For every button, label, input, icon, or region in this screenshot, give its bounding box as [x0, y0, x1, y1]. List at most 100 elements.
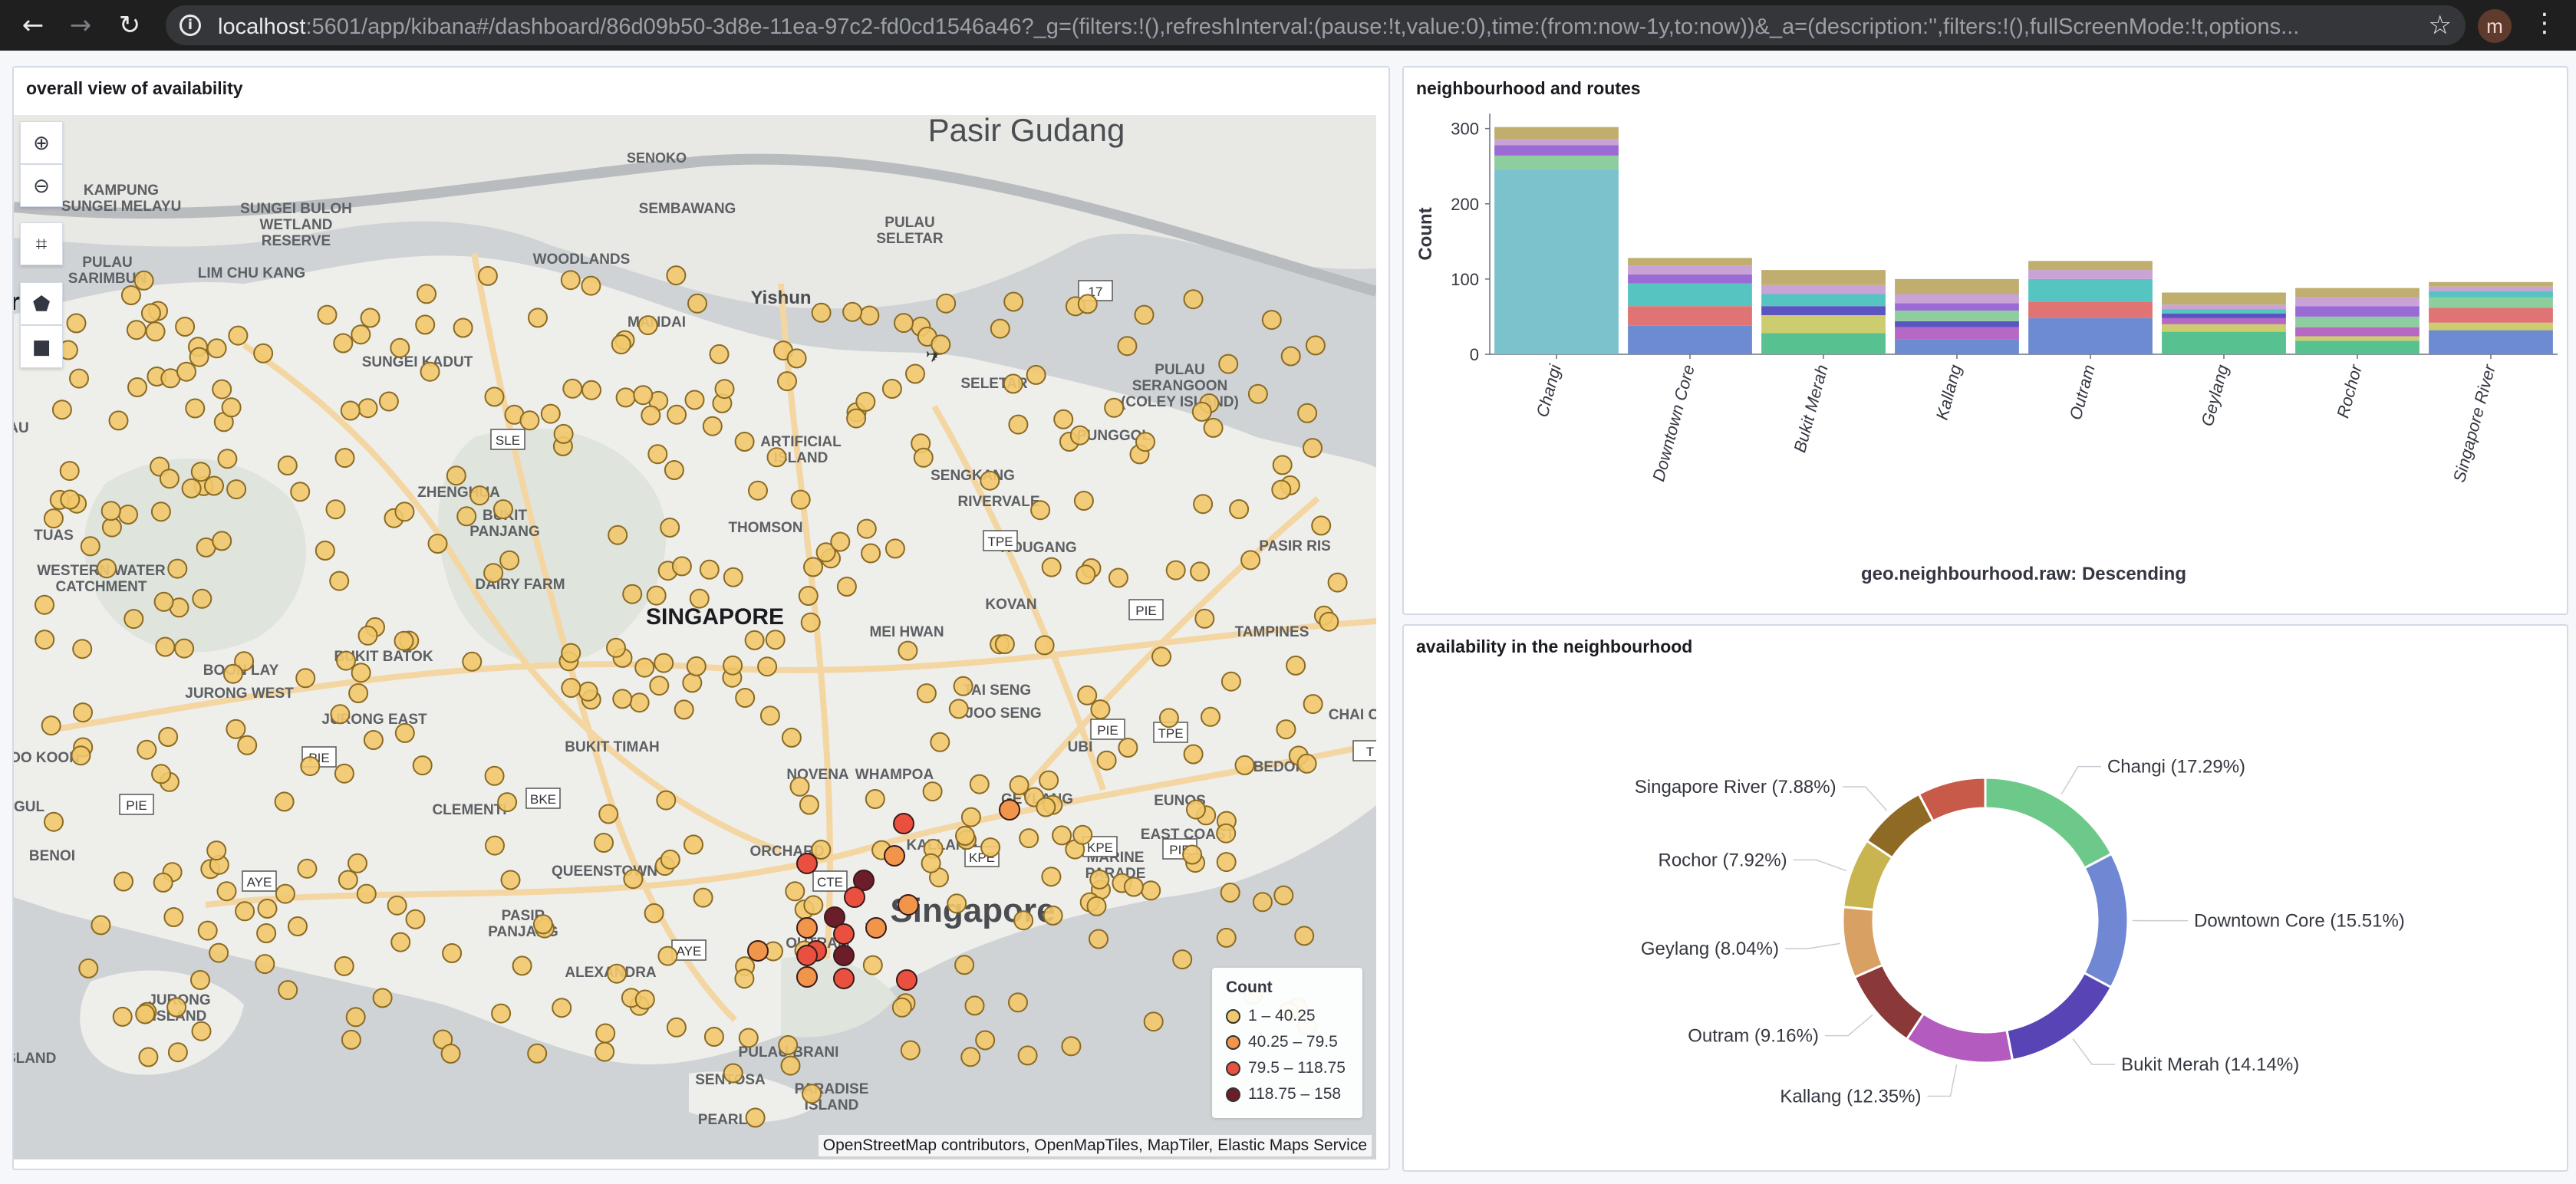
bar-segment[interactable] [2295, 316, 2420, 327]
map-marker[interactable] [1096, 750, 1117, 771]
map-marker[interactable] [1303, 694, 1323, 715]
map-attribution[interactable]: OpenStreetMap contributors, OpenMapTiles… [818, 1135, 1372, 1156]
map-marker[interactable] [964, 995, 985, 1016]
map-marker[interactable] [748, 480, 768, 501]
map-marker[interactable] [811, 302, 832, 323]
map-marker[interactable] [1296, 753, 1317, 774]
bar-segment[interactable] [1895, 294, 2019, 304]
map-marker[interactable] [51, 400, 72, 420]
map-marker[interactable] [256, 923, 277, 943]
map-marker[interactable] [394, 630, 414, 651]
map-marker[interactable] [140, 303, 161, 324]
zoom-out-icon[interactable]: ⊖ [20, 164, 63, 207]
map-marker[interactable] [1190, 561, 1211, 582]
map-marker[interactable] [519, 410, 540, 431]
map-marker[interactable] [633, 385, 654, 406]
map-marker[interactable] [1286, 655, 1306, 676]
map-marker[interactable] [595, 1041, 615, 1062]
bar-segment[interactable] [2028, 317, 2153, 354]
bar-segment[interactable] [1761, 306, 1886, 315]
bar-segment[interactable] [2295, 336, 2420, 341]
map-marker[interactable] [1003, 291, 1024, 312]
map-marker[interactable] [491, 1003, 512, 1024]
bar-segment[interactable] [2429, 308, 2553, 323]
map-marker[interactable] [975, 1030, 996, 1051]
map-marker[interactable] [325, 499, 346, 520]
map-marker[interactable] [1191, 401, 1212, 422]
map-marker[interactable] [644, 903, 664, 923]
bar-segment[interactable] [1895, 278, 2019, 294]
map-marker-hot[interactable] [893, 813, 914, 834]
bar-segment[interactable] [2295, 327, 2420, 337]
map-marker[interactable] [497, 792, 518, 813]
map-marker[interactable] [255, 954, 275, 975]
map-marker[interactable] [197, 920, 218, 941]
map-marker[interactable] [1182, 844, 1203, 865]
map-marker[interactable] [1003, 373, 1023, 394]
map-marker[interactable] [994, 634, 1015, 654]
map-marker[interactable] [1118, 738, 1138, 758]
map-marker[interactable] [181, 478, 202, 498]
map-marker[interactable] [137, 739, 157, 760]
address-bar[interactable]: i localhost:5601/app/kibana#/dashboard/8… [166, 5, 2466, 45]
bar-segment[interactable] [1628, 265, 1752, 275]
map-marker[interactable] [861, 543, 881, 564]
bar-segment[interactable] [2295, 306, 2420, 317]
map-marker[interactable] [780, 1055, 801, 1076]
bar-segment[interactable] [2429, 330, 2553, 354]
map-marker[interactable] [865, 789, 885, 809]
map-marker[interactable] [1141, 880, 1161, 901]
map-marker[interactable] [709, 344, 730, 364]
map-marker[interactable] [898, 640, 918, 661]
map-marker-hot[interactable] [833, 968, 855, 989]
map-marker[interactable] [798, 586, 819, 606]
map-marker[interactable] [913, 447, 934, 468]
pie-slice[interactable] [1984, 776, 2113, 870]
map-marker[interactable] [859, 305, 880, 326]
map-marker[interactable] [1216, 823, 1237, 844]
bar-segment[interactable] [2429, 297, 2553, 308]
map-canvas[interactable]: Pasir Gudang SENOKO KAMPUNGSUNGEI MELAYU SU… [14, 115, 1376, 1159]
profile-avatar[interactable]: m [2478, 9, 2512, 43]
map-marker[interactable] [1053, 409, 1074, 429]
map-marker[interactable] [1089, 869, 1110, 890]
map-marker[interactable] [1039, 770, 1059, 791]
map-marker[interactable] [607, 963, 627, 984]
bar-segment[interactable] [2429, 281, 2553, 287]
star-icon[interactable]: ☆ [2429, 10, 2452, 41]
map-marker[interactable] [420, 361, 440, 382]
map-marker[interactable] [612, 689, 633, 709]
map-marker[interactable] [1229, 499, 1250, 519]
map-marker[interactable] [931, 334, 951, 355]
map-marker[interactable] [1151, 646, 1171, 667]
map-marker[interactable] [334, 448, 355, 469]
bar-segment[interactable] [2295, 288, 2420, 298]
map-marker[interactable] [278, 980, 298, 1001]
map-marker[interactable] [980, 470, 1000, 491]
map-marker[interactable] [91, 915, 111, 936]
map-marker[interactable] [581, 275, 601, 296]
map-marker[interactable] [684, 390, 705, 410]
map-marker[interactable] [948, 699, 969, 719]
map-marker[interactable] [35, 594, 54, 615]
map-marker[interactable] [561, 678, 581, 698]
map-marker[interactable] [608, 525, 628, 545]
map-marker[interactable] [646, 585, 667, 606]
map-marker[interactable] [1108, 567, 1128, 588]
map-marker[interactable] [723, 1063, 743, 1084]
map-marker[interactable] [528, 308, 548, 328]
map-marker[interactable] [641, 405, 661, 426]
map-marker[interactable] [802, 1084, 822, 1104]
map-marker[interactable] [778, 1034, 799, 1055]
map-marker[interactable] [654, 653, 674, 673]
map-marker[interactable] [351, 663, 371, 683]
map-marker[interactable] [1165, 560, 1186, 580]
map-marker[interactable] [212, 379, 232, 400]
map-marker[interactable] [800, 612, 821, 633]
map-marker[interactable] [351, 324, 371, 345]
map-marker[interactable] [578, 681, 598, 702]
pie-slice[interactable] [1853, 963, 1925, 1041]
map-marker[interactable] [785, 881, 805, 902]
map-marker[interactable] [759, 705, 780, 726]
map-marker[interactable] [789, 776, 810, 797]
